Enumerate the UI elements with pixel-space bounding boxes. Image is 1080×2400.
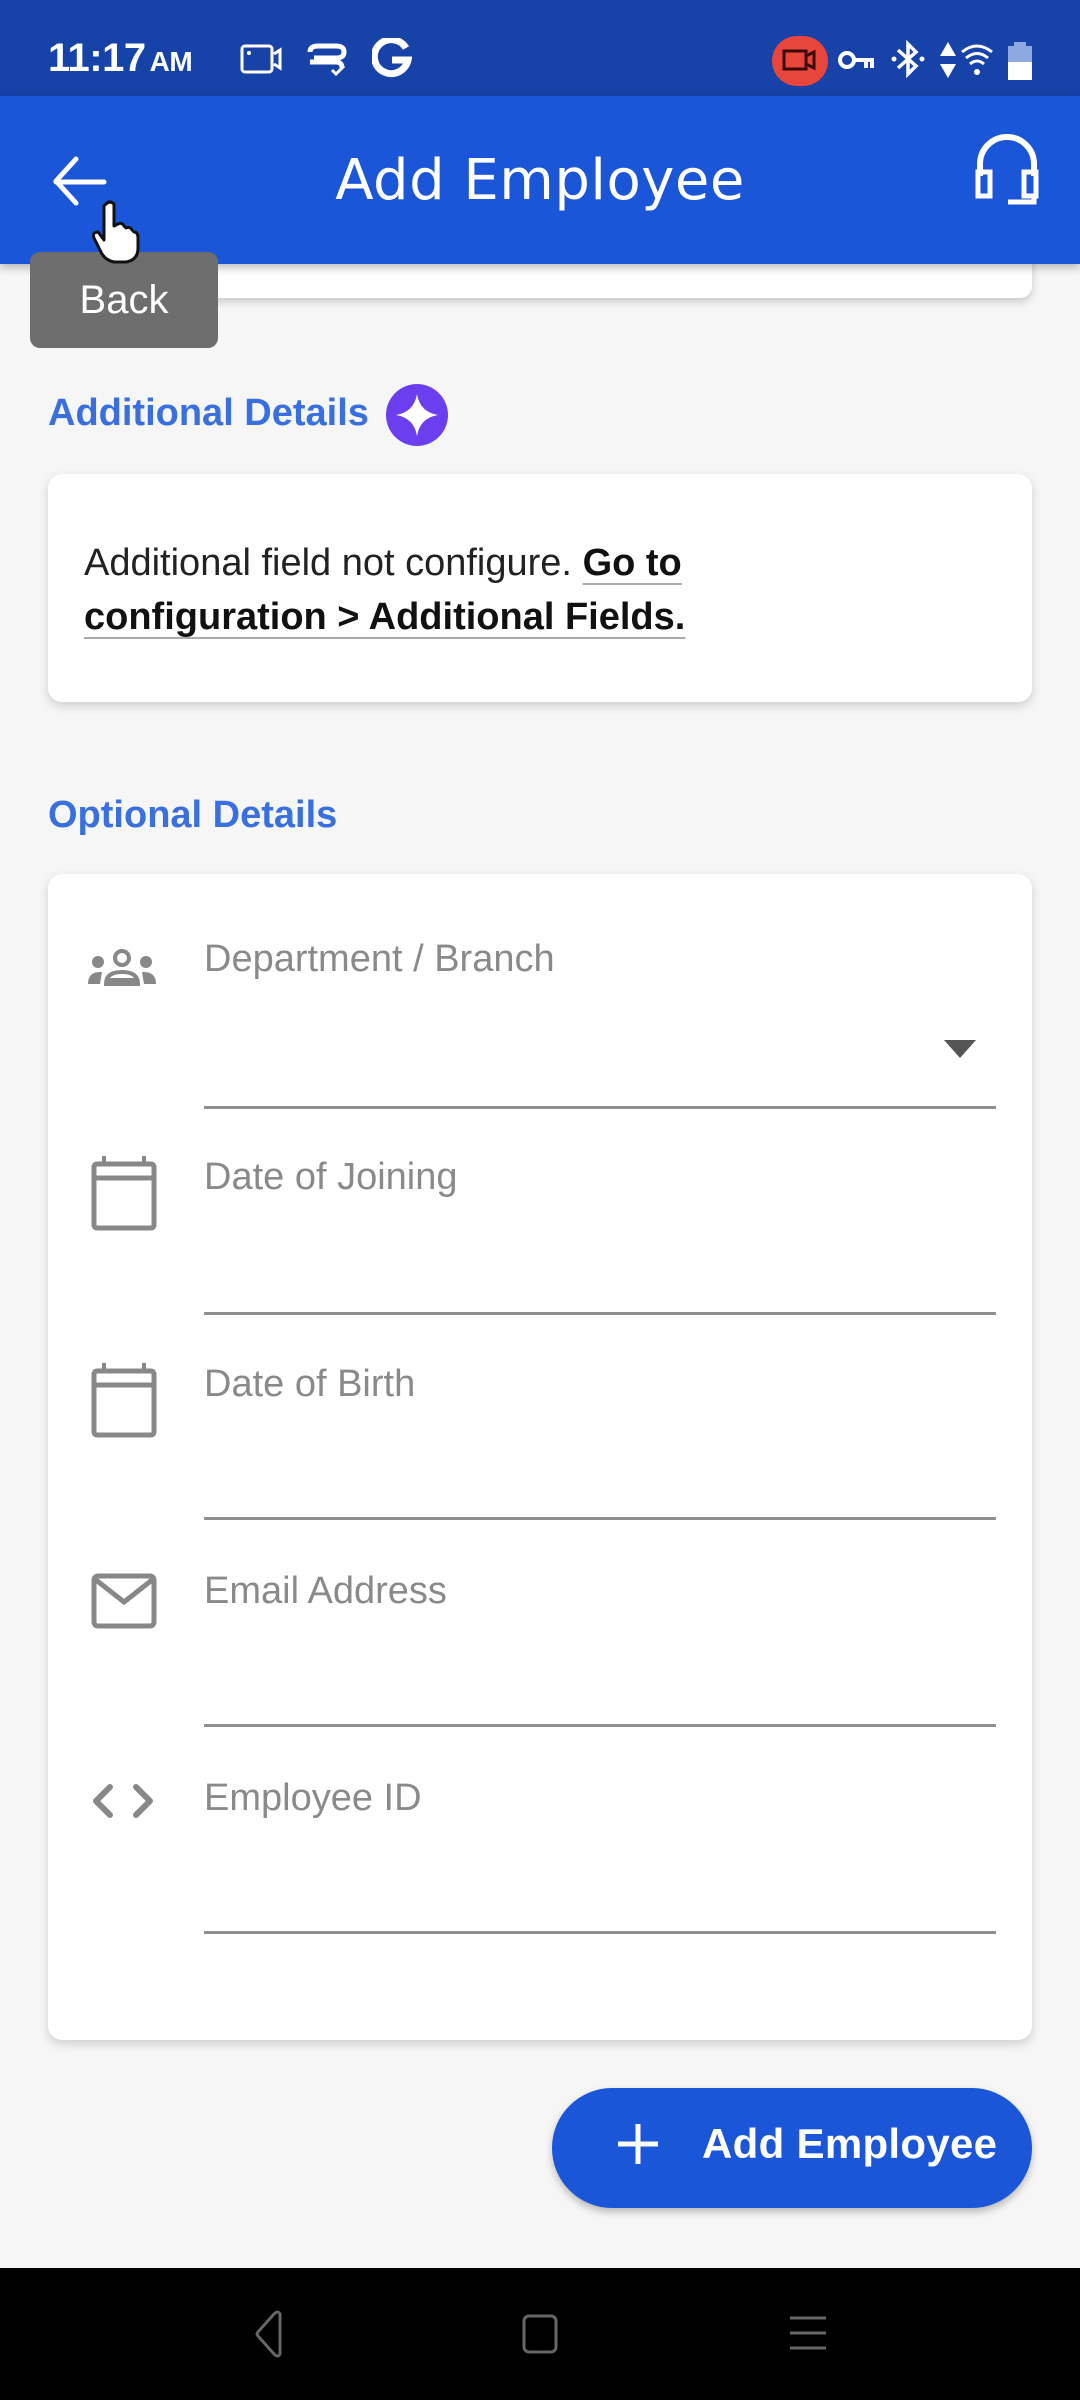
back-tooltip: Back bbox=[30, 252, 218, 348]
date-of-joining-field[interactable]: Date of Joining bbox=[48, 1092, 1032, 1315]
bluetooth-icon bbox=[891, 39, 925, 79]
page-title: Add Employee bbox=[335, 148, 745, 213]
optional-details-title: Optional Details bbox=[48, 794, 338, 836]
additional-details-message: Additional field not configure. Go to co… bbox=[84, 536, 844, 644]
chevron-down-icon[interactable] bbox=[944, 1040, 976, 1058]
department-branch-field[interactable]: Department / Branch bbox=[48, 874, 1032, 1109]
wallet-check-icon bbox=[307, 43, 347, 77]
hand-cursor-icon bbox=[92, 200, 140, 264]
sparkle-badge[interactable] bbox=[386, 384, 448, 446]
add-employee-button[interactable]: Add Employee bbox=[552, 2088, 1032, 2208]
app-bar: Add Employee bbox=[0, 96, 1080, 264]
home-square-icon[interactable] bbox=[510, 2304, 570, 2364]
sparkle-icon bbox=[396, 394, 438, 436]
optional-details-card: Department / Branch Date of Joining Date… bbox=[48, 874, 1032, 2040]
clock-ampm: AM bbox=[149, 46, 193, 77]
code-icon bbox=[93, 1784, 153, 1818]
field-label: Department / Branch bbox=[204, 938, 555, 980]
clock-time: 11:17 bbox=[48, 36, 146, 80]
employee-id-field[interactable]: Employee ID bbox=[48, 1713, 1032, 1934]
mail-icon bbox=[91, 1573, 157, 1629]
field-label: Email Address bbox=[204, 1570, 447, 1612]
back-triangle-icon[interactable] bbox=[240, 2304, 300, 2364]
wifi-icon bbox=[961, 44, 993, 75]
support-button[interactable] bbox=[972, 132, 1042, 212]
plus-icon bbox=[618, 2124, 658, 2164]
field-label: Employee ID bbox=[204, 1777, 422, 1819]
date-of-birth-field[interactable]: Date of Birth bbox=[48, 1299, 1032, 1520]
info-message: Additional field not configure. bbox=[84, 542, 572, 584]
additional-details-card: Additional field not configure. Go to co… bbox=[48, 474, 1032, 702]
screen-record-icon bbox=[240, 44, 282, 74]
field-label: Date of Joining bbox=[204, 1156, 458, 1198]
vpn-key-icon bbox=[838, 51, 874, 69]
additional-details-title: Additional Details bbox=[48, 392, 369, 434]
headset-icon bbox=[975, 134, 1039, 205]
system-nav-bar bbox=[0, 2268, 1080, 2400]
add-employee-label: Add Employee bbox=[702, 2120, 998, 2167]
recents-lines-icon[interactable] bbox=[780, 2304, 840, 2364]
calendar-icon bbox=[91, 1363, 157, 1438]
field-label: Date of Birth bbox=[204, 1363, 416, 1405]
email-address-field[interactable]: Email Address bbox=[48, 1506, 1032, 1727]
group-icon bbox=[88, 949, 156, 986]
data-arrows-icon bbox=[940, 42, 956, 78]
recording-indicator-icon bbox=[772, 36, 828, 86]
status-time: 11:17 AM bbox=[48, 36, 193, 81]
field-underline bbox=[204, 1931, 996, 1934]
calendar-icon bbox=[91, 1156, 157, 1231]
status-bar: 11:17 AM bbox=[0, 0, 1080, 96]
google-icon bbox=[372, 38, 412, 78]
battery-icon bbox=[1008, 42, 1032, 80]
